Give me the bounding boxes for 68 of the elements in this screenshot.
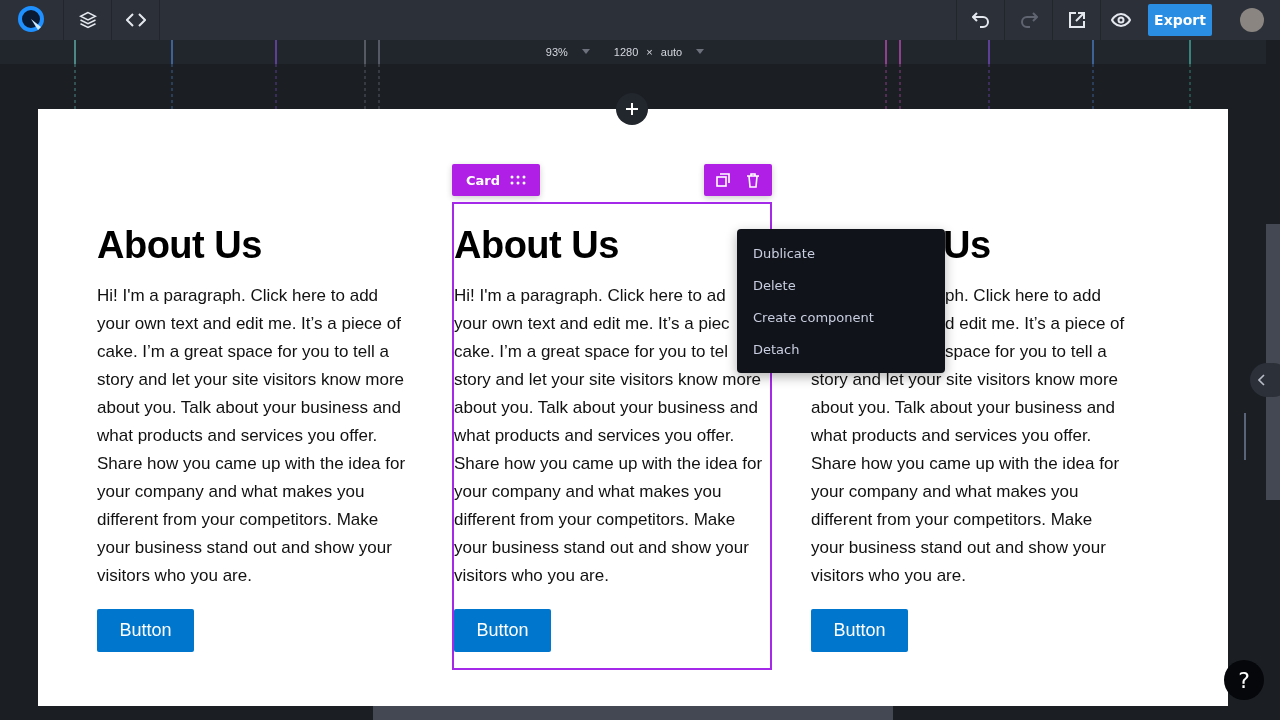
grip-icon[interactable] bbox=[510, 175, 527, 185]
card-button[interactable]: Button bbox=[454, 609, 551, 652]
logo-icon[interactable] bbox=[16, 5, 47, 35]
zoom-value[interactable]: 93% bbox=[545, 46, 568, 58]
menu-item[interactable]: Dublicate bbox=[737, 237, 945, 269]
card-label: Card bbox=[466, 172, 501, 188]
trash-icon[interactable] bbox=[746, 172, 760, 188]
paragraph-line: Share how you came up with the idea for bbox=[811, 453, 1120, 475]
paragraph-line: Share how you came up with the idea for bbox=[454, 453, 763, 475]
width-value[interactable]: 1280 bbox=[613, 46, 639, 58]
collapse-panel-button[interactable] bbox=[1250, 363, 1280, 397]
paragraph-line: ph. Click here to add bbox=[945, 285, 1101, 307]
paragraph-line: story and let your site visitors know more bbox=[811, 369, 1119, 391]
paragraph-line: different from your competitors. Make bbox=[454, 509, 736, 531]
caret-icon[interactable] bbox=[581, 49, 590, 55]
paragraph-line: Share how you came up with the idea for bbox=[97, 453, 406, 475]
paragraph-line: what products and services you offer. bbox=[811, 425, 1092, 447]
card-button[interactable]: Button bbox=[811, 609, 908, 652]
paragraph-line: cake. I’m a great space for you to tel bbox=[454, 341, 729, 363]
plus-icon[interactable] bbox=[625, 102, 639, 116]
paragraph-line: about you. Talk about your business and bbox=[97, 397, 401, 419]
caret-icon[interactable] bbox=[696, 49, 705, 55]
undo-icon[interactable] bbox=[971, 12, 990, 28]
paragraph-line: your company and what makes you bbox=[454, 481, 722, 503]
card-button[interactable]: Button bbox=[97, 609, 194, 652]
layers-icon[interactable] bbox=[78, 11, 97, 29]
card-tag[interactable]: Card bbox=[452, 164, 541, 196]
paragraph-line: space for you to tell a bbox=[945, 341, 1107, 363]
paragraph-line: visitors who you are. bbox=[97, 565, 252, 587]
paragraph-line: your own text and edit me. It’s a piece of bbox=[97, 313, 401, 335]
menu-item[interactable]: Delete bbox=[737, 269, 945, 301]
paragraph-line: d edit me. It’s a piece of bbox=[945, 313, 1125, 335]
horizontal-scrollbar[interactable] bbox=[373, 706, 893, 720]
resize-handle[interactable] bbox=[1244, 413, 1246, 460]
paragraph-line: different from your competitors. Make bbox=[811, 509, 1093, 531]
avatar[interactable] bbox=[1240, 8, 1264, 32]
paragraph-line: visitors who you are. bbox=[811, 565, 966, 587]
paragraph-line: your company and what makes you bbox=[811, 481, 1079, 503]
card-heading: Us bbox=[943, 224, 991, 266]
paragraph-line: your company and what makes you bbox=[97, 481, 365, 503]
help-button[interactable]: ? bbox=[1224, 660, 1264, 700]
paragraph-line: about you. Talk about your business and bbox=[454, 397, 758, 419]
paragraph-line: story and let your site visitors know more bbox=[97, 369, 405, 391]
eye-icon[interactable] bbox=[1110, 13, 1131, 27]
paragraph-line: your own text and edit me. It’s a piec bbox=[454, 313, 730, 335]
paragraph-line: cake. I’m a great space for you to tell a bbox=[97, 341, 389, 363]
paragraph-line: your business stand out and show your bbox=[454, 537, 749, 559]
height-value[interactable]: auto bbox=[660, 46, 683, 58]
paragraph-line: visitors who you are. bbox=[454, 565, 609, 587]
paragraph-line: your business stand out and show your bbox=[811, 537, 1106, 559]
copy-icon[interactable] bbox=[716, 173, 730, 187]
paragraph-line: your business stand out and show your bbox=[97, 537, 392, 559]
paragraph-line: Hi! I'm a paragraph. Click here to ad bbox=[454, 285, 726, 307]
paragraph-line: what products and services you offer. bbox=[454, 425, 735, 447]
paragraph-line: story and let your site visitors know more bbox=[454, 369, 762, 391]
paragraph-line: Hi! I'm a paragraph. Click here to add bbox=[97, 285, 379, 307]
card-heading: About Us bbox=[454, 224, 619, 266]
paragraph-line: different from your competitors. Make bbox=[97, 509, 379, 531]
external-link-icon[interactable] bbox=[1067, 11, 1086, 29]
chevron-left-icon[interactable] bbox=[1258, 374, 1266, 386]
menu-item[interactable]: Create component bbox=[737, 301, 945, 333]
times-sign: × bbox=[646, 46, 653, 58]
menu-item[interactable]: Detach bbox=[737, 333, 945, 365]
add-section-button[interactable] bbox=[616, 93, 648, 125]
code-icon[interactable] bbox=[125, 13, 146, 27]
paragraph-line: about you. Talk about your business and bbox=[811, 397, 1115, 419]
paragraph-line: what products and services you offer. bbox=[97, 425, 378, 447]
card-heading: About Us bbox=[97, 224, 262, 266]
